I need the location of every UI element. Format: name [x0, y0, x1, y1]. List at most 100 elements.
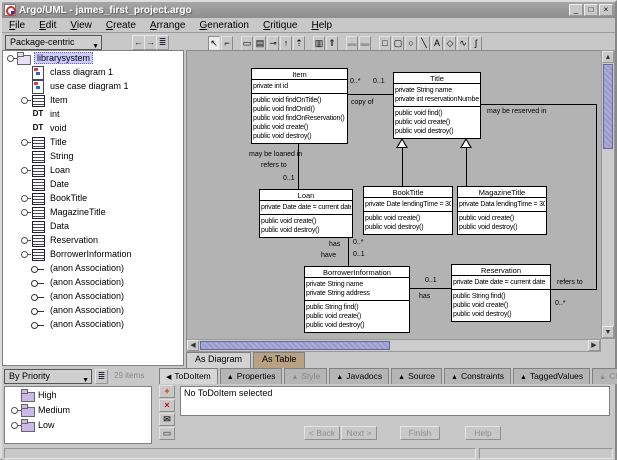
association-class-tool[interactable]: ▥ [313, 36, 325, 51]
email-expert-icon[interactable]: ✉ [159, 413, 175, 426]
spline-tool[interactable]: ∿ [457, 36, 469, 51]
title-reservation-association[interactable] [551, 289, 597, 290]
expand-handle-icon[interactable] [19, 135, 31, 149]
scroll-left-button[interactable]: ◀ [187, 340, 199, 351]
tree-item-date[interactable]: Date [3, 177, 183, 191]
diagram-horizontal-scrollbar[interactable]: ◀ ▶ [186, 339, 601, 352]
edge-label-0[interactable]: 0..* [555, 300, 566, 308]
snooze-icon[interactable]: ▭ [159, 427, 175, 440]
wizard-button-back[interactable]: < Back [304, 426, 340, 440]
wizard-button-help[interactable]: Help [465, 426, 501, 440]
edge-label-0[interactable]: 0..* [353, 239, 364, 247]
diagram-vertical-scrollbar[interactable]: ▲ ▼ [601, 50, 615, 339]
todo-tree[interactable]: HighMediumLow [4, 386, 152, 444]
borrower-reservation-association[interactable] [410, 288, 452, 289]
edge-label-refers-to[interactable]: refers to [557, 279, 583, 287]
tab-style[interactable]: ▲Style [284, 368, 327, 384]
uml-class-reservation[interactable]: Reservationprivate Date date = current d… [451, 264, 551, 322]
polygon-tool[interactable]: ◇ [444, 36, 456, 51]
tree-item-librarysystem[interactable]: librarysystem [3, 51, 183, 65]
tree-item-void[interactable]: DTvoid [3, 121, 183, 135]
edge-label-0-1[interactable]: 0..1 [425, 277, 437, 285]
tree-item-anon-association[interactable]: (anon Association) [3, 275, 183, 289]
text-tool[interactable]: A [431, 36, 443, 51]
scroll-up-button[interactable]: ▲ [602, 51, 614, 63]
tree-item-anon-association[interactable]: (anon Association) [3, 303, 183, 317]
tree-item-item[interactable]: Item [3, 93, 183, 107]
title-reservation-association[interactable] [481, 104, 597, 105]
tab-checklist[interactable]: ▲Checklist [592, 368, 617, 384]
explorer-tree[interactable]: librarysystemclass diagram 1use case dia… [2, 50, 184, 366]
edge-label-refers-to[interactable]: refers to [261, 162, 287, 170]
realization-tool[interactable]: ⇡ [293, 36, 305, 51]
tree-item-title[interactable]: Title [3, 135, 183, 149]
menu-edit[interactable]: Edit [32, 19, 63, 32]
tree-item-anon-association[interactable]: (anon Association) [3, 317, 183, 331]
attribute-tool[interactable]: ▬ [346, 36, 358, 51]
tree-item-use-case-diagram-1[interactable]: use case diagram 1 [3, 79, 183, 93]
tree-item-class-diagram-1[interactable]: class diagram 1 [3, 65, 183, 79]
tab-taggedvalues[interactable]: ▲TaggedValues [513, 368, 590, 384]
title-bar[interactable]: Argo/UML - james_first_project.argo _□× [2, 2, 615, 18]
expand-handle-icon[interactable] [9, 403, 21, 417]
edge-label-may-be-loaned-in[interactable]: may be loaned in [249, 151, 302, 159]
broom-tool[interactable]: ⌐ [221, 36, 233, 51]
select-tool[interactable]: ↖ [208, 36, 220, 51]
scroll-down-button[interactable]: ▼ [602, 326, 614, 338]
uml-class-borrowerinformation[interactable]: BorrowerInformationprivate String namepr… [304, 266, 410, 333]
class-tool[interactable]: ▤ [254, 36, 266, 51]
perspective-config-button[interactable]: ≣ [156, 35, 169, 50]
tree-item-borrowerinformation[interactable]: BorrowerInformation [3, 247, 183, 261]
uml-class-magazinetitle[interactable]: MagazineTitleprivate Data lendingTime = … [457, 186, 547, 235]
item-title-association[interactable] [348, 94, 394, 95]
package-tool[interactable]: ▭ [241, 36, 253, 51]
uml-class-item[interactable]: Itemprivate int idpublic void findOnTitl… [251, 68, 348, 144]
tab-source[interactable]: ▲Source [391, 368, 442, 384]
edge-label-may-be-reserved-in[interactable]: may be reserved in [487, 108, 547, 116]
menu-view[interactable]: View [63, 19, 99, 32]
horizontal-scroll-thumb[interactable] [200, 341, 390, 350]
edge-label-0-1[interactable]: 0..1 [283, 175, 295, 183]
uml-class-loan[interactable]: Loanprivate Date date = current datepubl… [259, 189, 353, 238]
edge-label-has[interactable]: has [329, 241, 340, 249]
expand-handle-icon[interactable] [19, 247, 31, 261]
rectangle-tool[interactable]: □ [379, 36, 391, 51]
ink-tool[interactable]: ʃ [470, 36, 482, 51]
todo-folder-high[interactable]: High [5, 387, 151, 402]
tab-javadocs[interactable]: ▲Javadocs [329, 368, 389, 384]
circle-tool[interactable]: ○ [405, 36, 417, 51]
menu-generation[interactable]: Generation [192, 19, 255, 32]
scroll-right-button[interactable]: ▶ [588, 340, 600, 351]
delete-todo-icon[interactable]: × [159, 399, 175, 412]
menu-critique[interactable]: Critique [256, 19, 304, 32]
title-magazinetitle-generalization[interactable] [466, 148, 467, 187]
todo-flatten-button[interactable]: ≣ [95, 369, 108, 384]
uml-class-booktitle[interactable]: BookTitleprivate Date lendingTime = 30pu… [363, 186, 453, 235]
dependency-tool[interactable]: ⇑ [326, 36, 338, 51]
expand-handle-icon[interactable] [19, 191, 31, 205]
operation-tool[interactable]: ▬ [359, 36, 371, 51]
tree-item-loan[interactable]: Loan [3, 163, 183, 177]
minimize-button[interactable]: _ [569, 4, 583, 16]
expand-handle-icon[interactable] [5, 51, 17, 65]
association-tool[interactable]: ⊸ [267, 36, 279, 51]
todo-folder-medium[interactable]: Medium [5, 402, 151, 417]
wizard-button-finish[interactable]: Finish [400, 426, 440, 440]
title-booktitle-generalization[interactable] [402, 148, 403, 187]
edge-label-0-1[interactable]: 0..1 [353, 251, 365, 259]
tab-as-table[interactable]: As Table [253, 352, 305, 368]
tree-item-string[interactable]: String [3, 149, 183, 163]
tab-constraints[interactable]: ▲Constraints [444, 368, 511, 384]
expand-handle-icon[interactable] [19, 205, 31, 219]
edge-label-copy-of[interactable]: copy of [351, 99, 374, 107]
tree-item-booktitle[interactable]: BookTitle [3, 191, 183, 205]
tab-todoitem[interactable]: ◀ToDoItem [159, 368, 218, 384]
todo-filter-combobox[interactable]: By Priority ▼ [4, 369, 92, 384]
edge-label-has[interactable]: has [419, 293, 430, 301]
expand-handle-icon[interactable] [19, 93, 31, 107]
vertical-scroll-thumb[interactable] [603, 64, 613, 149]
tree-item-reservation[interactable]: Reservation [3, 233, 183, 247]
expand-handle-icon[interactable] [19, 163, 31, 177]
title-reservation-association[interactable] [596, 104, 597, 290]
tree-item-int[interactable]: DTint [3, 107, 183, 121]
